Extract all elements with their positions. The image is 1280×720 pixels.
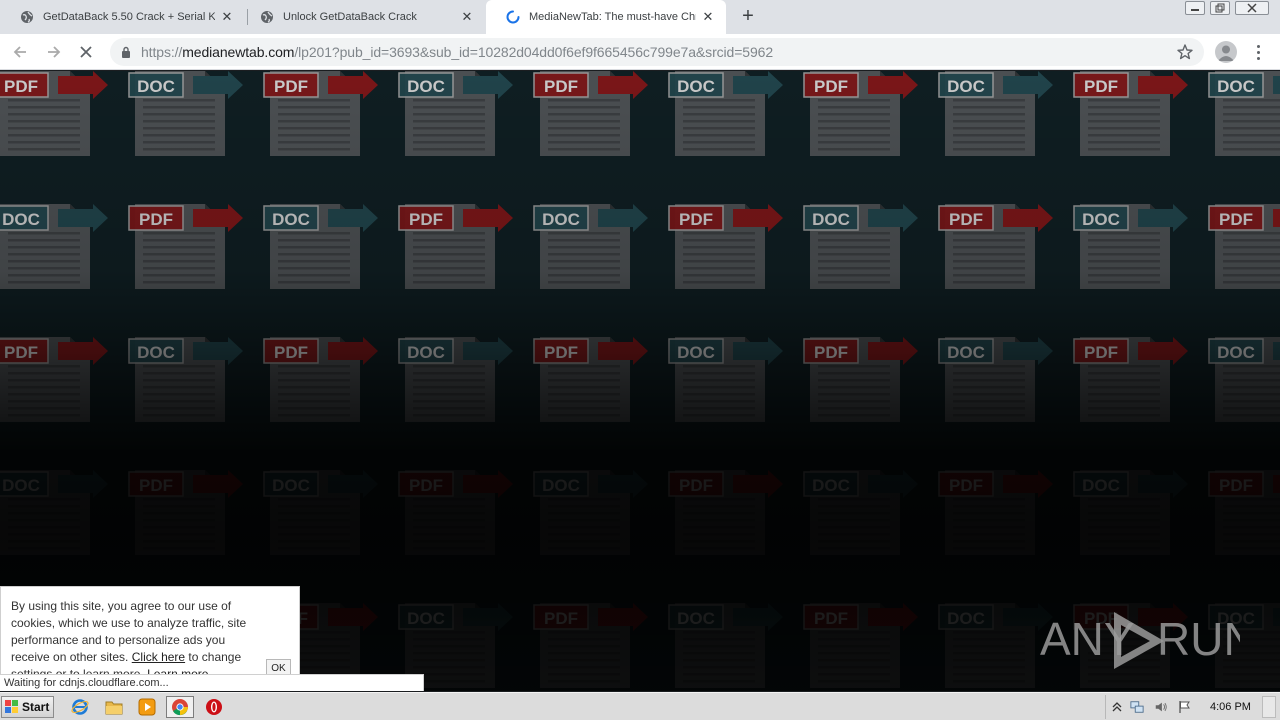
show-desktop-button[interactable]	[1262, 696, 1276, 718]
internet-explorer-icon	[71, 699, 89, 715]
start-label: Start	[22, 700, 50, 714]
tab-1[interactable]: GetDataBack 5.50 Crack + Serial Key ✕	[0, 0, 245, 34]
url-text: https://medianewtab.com/lp201?pub_id=369…	[141, 44, 773, 60]
taskbar: Start 4:06 PM	[0, 692, 1280, 720]
url-path: /lp201?pub_id=3693&sub_id=10282d04dd0f6e…	[294, 44, 774, 60]
kebab-menu-icon[interactable]	[1250, 41, 1266, 63]
action-center-flag-icon[interactable]	[1178, 700, 1192, 714]
volume-icon[interactable]	[1154, 700, 1168, 714]
lock-icon	[122, 46, 130, 58]
tab-close-icon[interactable]: ✕	[219, 9, 235, 25]
restore-button[interactable]	[1210, 1, 1230, 15]
globe-icon	[21, 11, 33, 23]
taskbar-opera[interactable]	[204, 697, 224, 717]
arrow-right-icon	[48, 46, 61, 58]
chrome-icon	[172, 699, 188, 716]
taskbar-chrome[interactable]	[166, 696, 194, 718]
network-icon[interactable]	[1130, 700, 1144, 714]
tab-close-icon[interactable]: ✕	[459, 9, 475, 25]
tab-title: GetDataBack 5.50 Crack + Serial Key	[43, 11, 215, 23]
taskbar-explorer[interactable]	[104, 697, 124, 717]
tab-title: MediaNewTab: The must-have Chrome	[529, 11, 696, 23]
url-scheme: https://	[141, 44, 183, 60]
bookmark-star-icon[interactable]	[1176, 43, 1194, 61]
tab-close-icon[interactable]: ✕	[700, 9, 716, 25]
cookie-message: By using this site, you agree to our use…	[11, 598, 259, 683]
address-bar[interactable]: https://medianewtab.com/lp201?pub_id=369…	[110, 38, 1204, 66]
stop-loading-button[interactable]	[74, 40, 98, 64]
globe-icon	[261, 11, 273, 23]
url-host: medianewtab.com	[182, 44, 295, 60]
anyrun-watermark: ANY RUN	[1040, 608, 1257, 672]
clock[interactable]: 4:06 PM	[1210, 701, 1251, 713]
status-bubble: Waiting for cdnjs.cloudflare.com...	[0, 674, 424, 691]
close-window-button[interactable]	[1235, 1, 1269, 15]
profile-avatar-icon[interactable]	[1215, 41, 1237, 63]
loading-spinner-icon	[506, 10, 520, 24]
close-icon	[1247, 3, 1257, 13]
cookie-settings-link[interactable]: Click here	[132, 650, 185, 664]
media-player-icon	[138, 698, 156, 716]
taskbar-ie[interactable]	[70, 697, 90, 717]
tab-title: Unlock GetDataBack Crack	[283, 11, 417, 23]
arrow-left-icon	[13, 46, 26, 58]
folder-icon	[105, 701, 123, 715]
close-icon	[80, 46, 92, 58]
tab-2[interactable]: Unlock GetDataBack Crack ✕	[240, 0, 485, 34]
opera-icon	[206, 699, 222, 715]
browser-toolbar: https://medianewtab.com/lp201?pub_id=369…	[0, 34, 1280, 70]
start-button[interactable]: Start	[1, 696, 54, 718]
restore-icon	[1215, 3, 1225, 13]
system-tray: 4:06 PM	[1105, 695, 1257, 719]
page-viewport: DOCPDFDOCPDFDOCPDFDOCPDFDOCPDFDOCPDFDOCP…	[0, 71, 1280, 691]
forward-button[interactable]	[42, 40, 66, 64]
tray-expand-icon[interactable]	[1110, 700, 1124, 714]
tab-3-active[interactable]: MediaNewTab: The must-have Chrome ✕	[486, 0, 726, 34]
windows-logo-icon	[5, 700, 18, 713]
new-tab-button[interactable]: +	[738, 6, 758, 27]
tab-strip: GetDataBack 5.50 Crack + Serial Key ✕ Un…	[0, 0, 1280, 34]
taskbar-media-player[interactable]	[137, 697, 157, 717]
watermark-right-text: RUN	[1157, 613, 1240, 665]
minimize-icon	[1191, 9, 1199, 11]
minimize-button[interactable]	[1185, 1, 1205, 15]
back-button[interactable]	[8, 40, 32, 64]
